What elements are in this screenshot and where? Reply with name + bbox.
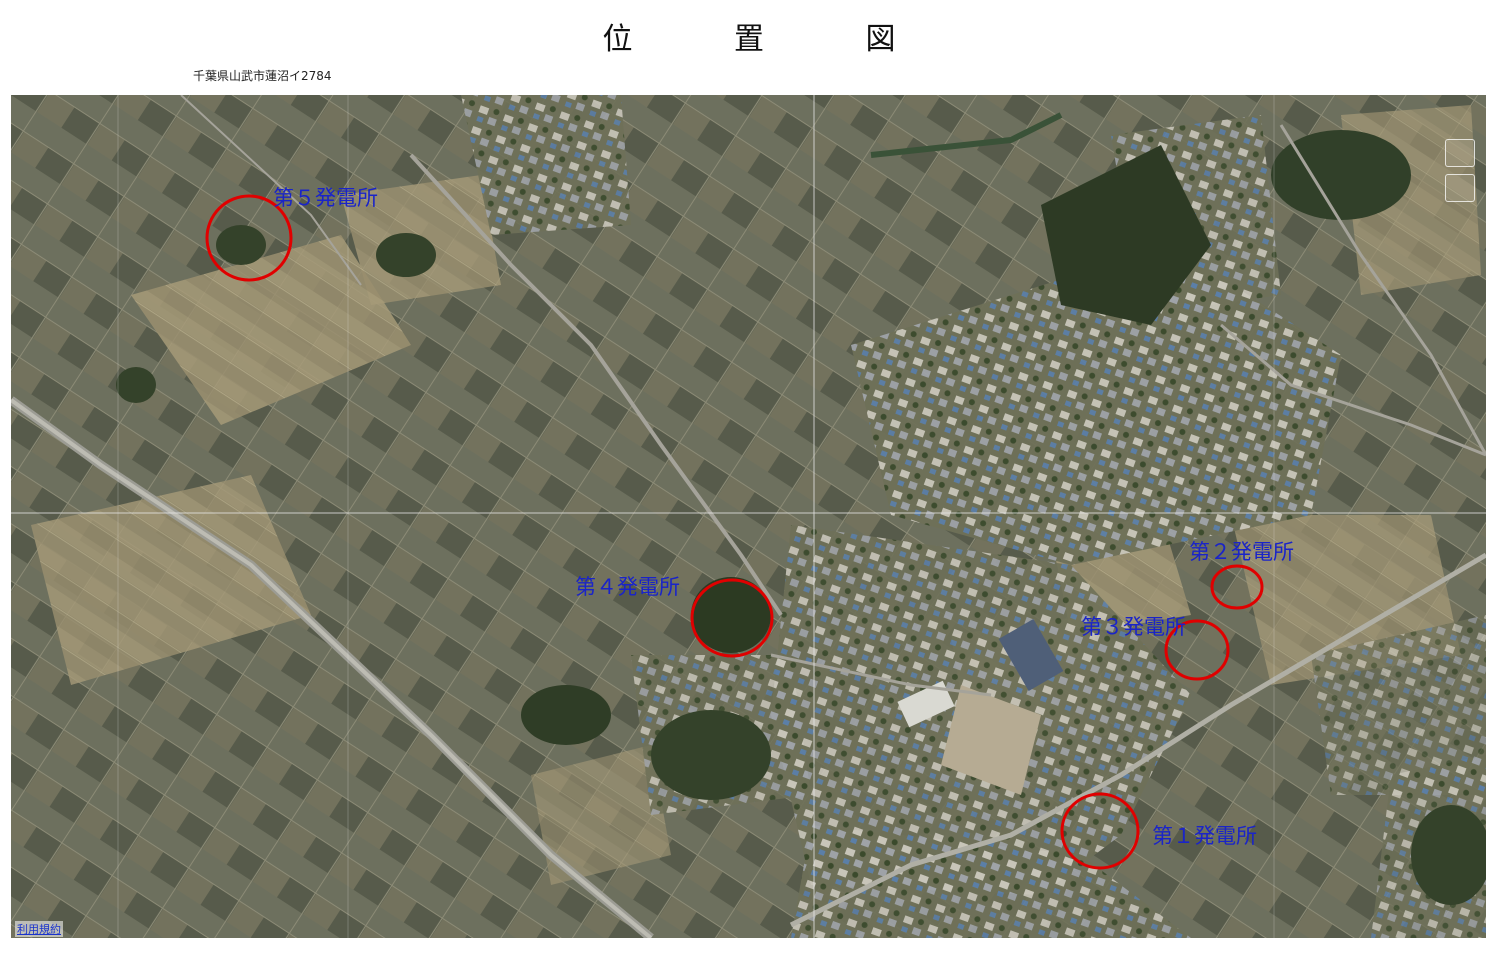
address-label: 千葉県山武市蓮沼イ2784 [193, 69, 332, 83]
site-2-label: 第２発電所 [1189, 540, 1294, 564]
site-3-label: 第３発電所 [1081, 615, 1186, 639]
title-char-1: 位 [602, 22, 635, 57]
map-control-zoom-in[interactable] [1445, 139, 1475, 167]
map-control-zoom-out[interactable] [1445, 174, 1475, 202]
terms-of-use-link[interactable]: 利用規約 [15, 921, 63, 937]
aerial-photo [11, 95, 1486, 938]
site-1-label: 第１発電所 [1152, 824, 1257, 848]
site-4-label: 第４発電所 [575, 575, 680, 599]
title-char-3: 図 [865, 22, 898, 57]
title-char-2: 置 [734, 22, 766, 57]
page-title: 位 置 図 [0, 14, 1500, 58]
site-5-label: 第５発電所 [273, 186, 378, 210]
aerial-map[interactable]: 第５発電所 第４発電所 第３発電所 第２発電所 第１発電所 利用規約 [11, 95, 1486, 938]
